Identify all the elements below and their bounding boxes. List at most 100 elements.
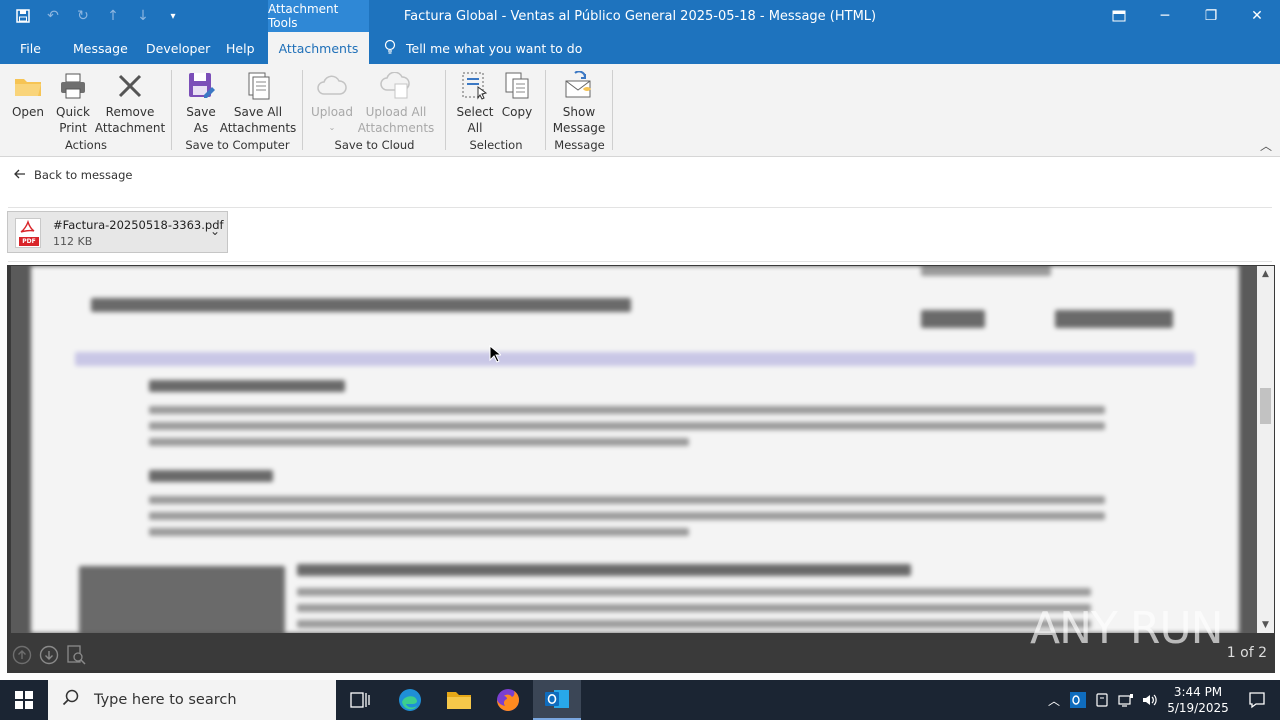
- show-hidden-icons-chevron-icon[interactable]: ︿: [1042, 680, 1066, 720]
- group-message: Show Message Message: [546, 68, 613, 154]
- blurred-text: [149, 512, 1105, 520]
- blurred-highlight-band: [75, 352, 1195, 366]
- save-all-attachments-icon: [241, 68, 275, 104]
- open-button[interactable]: Open: [8, 68, 48, 120]
- next-page-icon[interactable]: [38, 644, 60, 666]
- window-controls: ─ ❐ ✕: [1096, 0, 1280, 32]
- outlook-tray-icon[interactable]: [1066, 680, 1090, 720]
- save-all-label-2: Attachments: [219, 121, 297, 135]
- open-label: Open: [11, 105, 45, 119]
- next-item-icon[interactable]: ↓: [130, 3, 156, 29]
- tab-attachments[interactable]: Attachments: [268, 32, 369, 64]
- start-button[interactable]: [0, 680, 48, 720]
- upload-dropdown-icon: ⌄: [328, 123, 336, 132]
- search-icon: [62, 689, 80, 711]
- taskbar-file-explorer[interactable]: [435, 680, 483, 720]
- preview-page-area[interactable]: [11, 266, 1257, 633]
- save-as-label-2: As: [193, 121, 209, 135]
- back-to-message-label: Back to message: [34, 168, 133, 182]
- customize-qat-icon[interactable]: ▾: [160, 3, 186, 29]
- tab-help[interactable]: Help: [226, 32, 255, 64]
- title-bar: ↶ ↻ ↑ ↓ ▾ Attachment Tools Factura Globa…: [0, 0, 1280, 32]
- collapse-ribbon-icon[interactable]: ︿: [1260, 137, 1272, 154]
- taskbar-outlook[interactable]: [533, 680, 581, 720]
- select-all-label-1: Select: [456, 105, 494, 119]
- network-icon[interactable]: [1114, 680, 1138, 720]
- upload-all-label-1: Upload All: [365, 105, 427, 119]
- attachment-size: 112 KB: [53, 235, 93, 248]
- previous-item-icon[interactable]: ↑: [100, 3, 126, 29]
- restore-button[interactable]: ❐: [1188, 0, 1234, 32]
- action-center-button[interactable]: [1234, 680, 1280, 720]
- scroll-down-icon[interactable]: ▼: [1257, 617, 1274, 633]
- blurred-text: [297, 604, 1091, 612]
- blurred-text: [149, 528, 689, 536]
- group-label-actions: Actions: [64, 138, 107, 152]
- blurred-text: [149, 422, 1105, 430]
- remove-label-1: Remove: [105, 105, 155, 119]
- blurred-text: [149, 406, 1105, 414]
- scroll-up-icon[interactable]: ▲: [1257, 266, 1274, 282]
- scrollbar-thumb[interactable]: [1260, 388, 1271, 424]
- divider: [8, 261, 1272, 262]
- remove-attachment-button[interactable]: Remove Attachment: [94, 68, 166, 136]
- previous-page-icon[interactable]: [11, 644, 33, 666]
- tab-file[interactable]: File: [20, 32, 41, 64]
- upload-all-label-2-text: Attachments: [357, 121, 435, 135]
- taskbar-search-box[interactable]: Type here to search: [48, 680, 336, 720]
- taskbar: Type here to search ︿ 3:44 PM 5/19/2025: [0, 680, 1280, 720]
- back-to-message-link[interactable]: Back to message: [14, 168, 132, 182]
- task-view-button[interactable]: [336, 680, 384, 720]
- attachment-tools-context-label: Attachment Tools: [268, 0, 369, 32]
- select-all-button[interactable]: Select All: [454, 68, 496, 136]
- select-all-icon: [458, 68, 492, 104]
- blurred-text: [91, 298, 631, 312]
- group-actions: Open Quick Print Remove Attachment Actio…: [0, 68, 172, 154]
- ribbon: Open Quick Print Remove Attachment Actio…: [0, 64, 1280, 157]
- show-message-button[interactable]: Show Message: [552, 68, 606, 136]
- quick-print-label-1: Quick: [56, 105, 90, 119]
- taskbar-clock[interactable]: 3:44 PM 5/19/2025: [1162, 684, 1234, 716]
- taskbar-edge[interactable]: [386, 680, 434, 720]
- edge-icon: [399, 689, 421, 711]
- attachment-chip[interactable]: PDF #Factura-20250518-3363.pdf 112 KB ⌄: [7, 211, 228, 253]
- save-as-button[interactable]: Save As: [182, 68, 220, 136]
- chevron-down-icon[interactable]: ⌄: [210, 224, 220, 238]
- anyrun-watermark: ANY RUN: [1030, 603, 1224, 654]
- find-in-document-icon[interactable]: [65, 644, 87, 666]
- blurred-text: [149, 470, 273, 482]
- pdf-type-label: PDF: [19, 237, 39, 246]
- save-all-attachments-button[interactable]: Save All Attachments: [219, 68, 297, 136]
- close-button[interactable]: ✕: [1234, 0, 1280, 32]
- preview-scrollbar[interactable]: ▲ ▼: [1257, 266, 1274, 633]
- save-icon[interactable]: [10, 3, 36, 29]
- back-arrow-icon: [14, 168, 26, 182]
- notification-icon: [1249, 692, 1265, 709]
- redo-icon[interactable]: ↻: [70, 3, 96, 29]
- save-as-label-1: Save: [186, 105, 216, 119]
- blurred-text: [297, 588, 1091, 596]
- group-label-message: Message: [554, 138, 605, 152]
- remove-label-2: Attachment: [94, 121, 166, 135]
- folder-icon: [11, 68, 45, 104]
- blurred-text: [297, 620, 1091, 628]
- device-tray-icon[interactable]: [1090, 680, 1114, 720]
- undo-icon[interactable]: ↶: [40, 3, 66, 29]
- group-selection: Select All Copy Selection: [446, 68, 546, 154]
- group-save-to-computer: Save As Save All Attachments Save to Com…: [172, 68, 303, 154]
- tell-me-search[interactable]: Tell me what you want to do: [384, 32, 582, 64]
- volume-icon[interactable]: [1138, 680, 1162, 720]
- blurred-qr-code: [79, 566, 285, 633]
- task-view-icon: [350, 692, 370, 708]
- quick-print-button[interactable]: Quick Print: [50, 68, 96, 136]
- upload-button[interactable]: Upload ⌄: [311, 68, 353, 136]
- ribbon-display-options-icon[interactable]: [1096, 0, 1142, 32]
- ribbon-tab-bar: File Message Developer Help Attachments …: [0, 32, 1280, 64]
- minimize-button[interactable]: ─: [1142, 0, 1188, 32]
- tab-message[interactable]: Message: [73, 32, 128, 64]
- taskbar-firefox[interactable]: [484, 680, 532, 720]
- tab-developer[interactable]: Developer: [146, 32, 210, 64]
- divider: [8, 207, 1272, 208]
- copy-button[interactable]: Copy: [498, 68, 536, 120]
- printer-icon: [56, 68, 90, 104]
